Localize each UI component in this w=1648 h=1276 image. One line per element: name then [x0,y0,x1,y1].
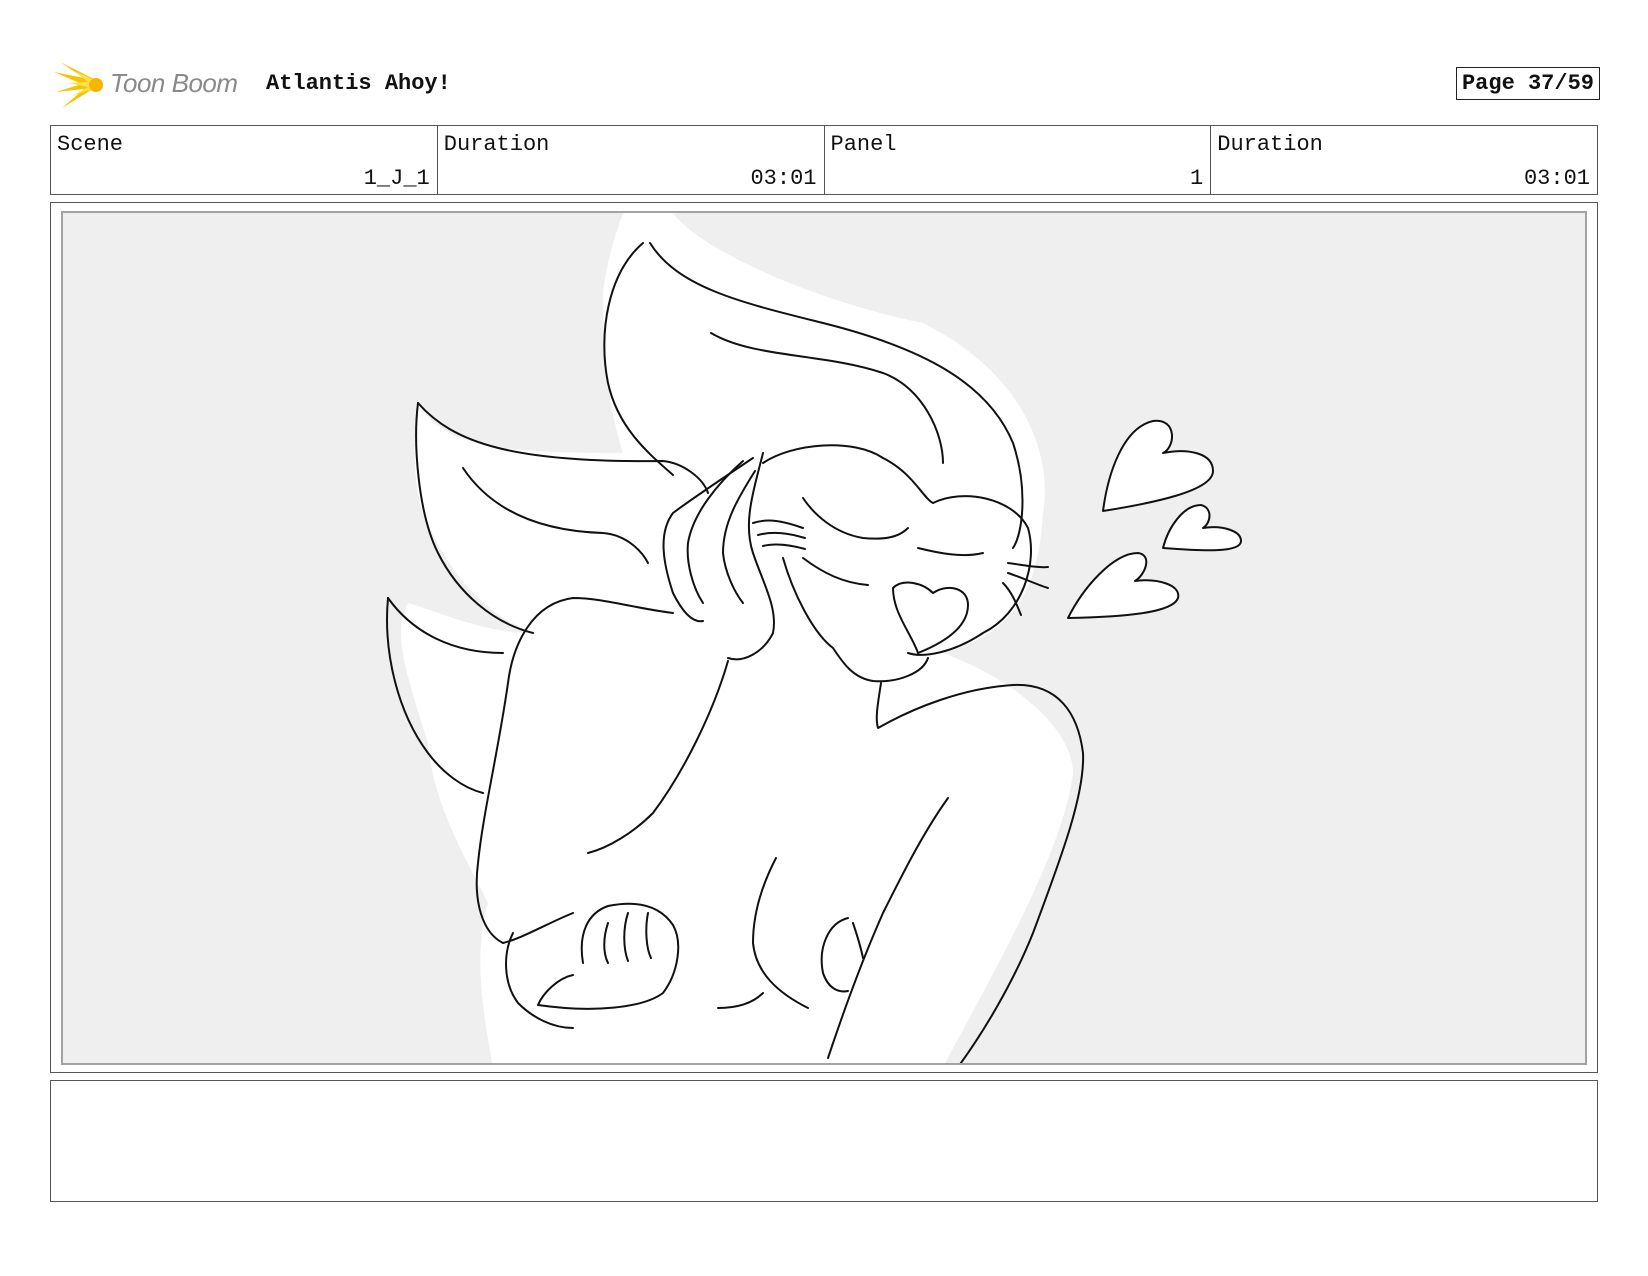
panel-cell: Panel 1 [825,126,1212,194]
storyboard-panel-frame [50,202,1598,1073]
logo-wordmark: Toon Boom [110,68,238,98]
panel-label: Panel [830,132,897,157]
scene-duration-value: 03:01 [750,166,817,191]
panel-duration-cell: Duration 03:01 [1211,126,1597,194]
heart-medium [1067,552,1180,619]
scene-info-table: Scene 1_J_1 Duration 03:01 Panel 1 Durat… [50,125,1598,195]
panel-duration-label: Duration [1217,132,1323,157]
character-sketch [386,213,1242,1063]
scene-label: Scene [57,132,124,157]
project-title: Atlantis Ahoy! [266,71,451,96]
heart-small [1162,504,1242,552]
heart-large [1102,419,1214,512]
scene-duration-label: Duration [443,132,550,157]
page-header: Toon Boom Atlantis Ahoy! Page 37/59 [52,58,1600,114]
page-counter: Page 37/59 [1455,67,1600,100]
scene-cell: Scene 1_J_1 [51,126,438,194]
scene-duration-cell: Duration 03:01 [438,126,825,194]
starburst-icon [54,62,103,108]
toon-boom-logo: Toon Boom [52,58,252,114]
panel-value: 1 [1190,166,1204,191]
panel-notes-box [50,1080,1598,1202]
storyboard-panel-image [61,211,1587,1065]
panel-duration-value: 03:01 [1523,166,1590,191]
scene-value: 1_J_1 [363,166,430,191]
